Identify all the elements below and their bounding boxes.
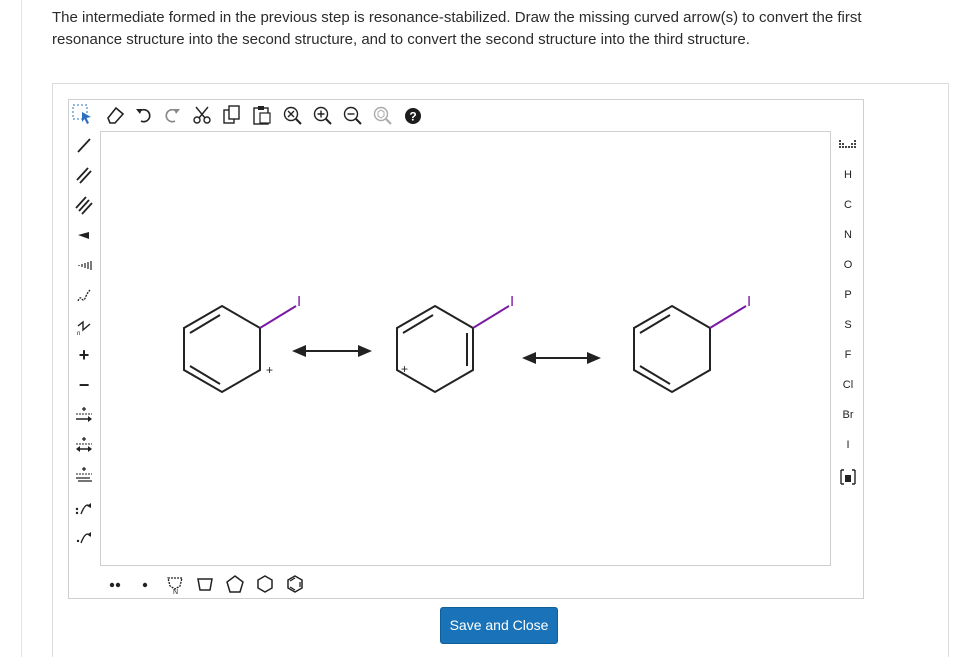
resonance-arrow-1: [292, 345, 372, 357]
iodine-label-2: I: [510, 293, 514, 310]
template-icon[interactable]: N: [163, 572, 187, 596]
benzene-icon[interactable]: [283, 572, 307, 596]
iodine-label-3: I: [747, 293, 751, 310]
resonance-arrow-2: [522, 352, 601, 364]
resonance-structure-3[interactable]: [633, 304, 747, 394]
cyclobutane-icon[interactable]: [193, 572, 217, 596]
radical-icon[interactable]: [133, 572, 157, 596]
charge-label-2: +: [401, 362, 408, 376]
cyclopentane-icon[interactable]: [223, 572, 247, 596]
charge-label-1: +: [266, 363, 273, 377]
cyclohexane-icon[interactable]: [253, 572, 277, 596]
structures-layer: I + I + I: [183, 293, 751, 394]
save-and-close-button[interactable]: Save and Close: [440, 607, 558, 644]
resonance-structure-1[interactable]: [183, 304, 297, 394]
lone-pair-icon[interactable]: [103, 572, 127, 596]
svg-text:N: N: [173, 589, 178, 595]
resonance-structure-2[interactable]: [396, 304, 510, 394]
iodine-label-1: I: [297, 293, 301, 310]
